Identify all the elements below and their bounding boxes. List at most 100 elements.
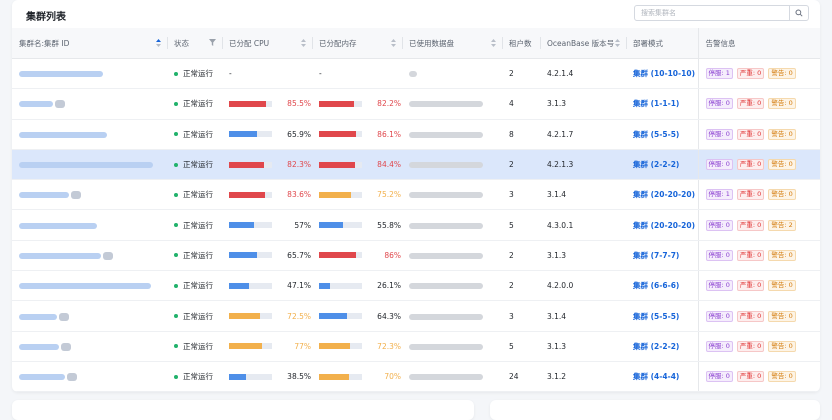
header-cpu[interactable]: 已分配 CPU [222,28,312,59]
header-name-label: 集群名:集群 ID [19,38,70,48]
header-disk[interactable]: 已使用数据盘 [402,28,502,59]
alert-warning-tag[interactable]: 警告: 2 [768,219,796,231]
sort-icon[interactable] [301,39,306,47]
alert-critical-tag[interactable]: 严重: 0 [736,189,765,201]
table-row[interactable]: 正常运行 72.5% 64.3% 3 3.1.4 集群 (5-5-5) 停服: 0 严重:… [12,300,820,332]
deploy-mode-link[interactable]: 集群 (20-20-20) [633,221,695,230]
table-row[interactable]: 正常运行 65.9% 86.1% 8 4.2.1.7 集群 (5-5-5) 停服: 0严… [12,119,820,150]
alert-warning-tag[interactable]: 警告: 0 [768,249,796,261]
alert-stop-tag[interactable]: 停服: 0 [705,219,733,231]
deploy-mode-link[interactable]: 集群 (5-5-5) [633,130,679,139]
table-row[interactable]: 正常运行 57% 55.8% 5 4.3.0.1 集群 (20-20-20) 停服: 0… [12,209,820,241]
mem-meter: 86% [319,251,401,260]
alert-warning-tag[interactable]: 警告: 0 [768,128,796,140]
cluster-name-link[interactable] [19,162,153,169]
header-name[interactable]: 集群名:集群 ID [12,28,167,59]
status-dot-icon [174,314,178,319]
status-dot-icon [174,223,178,228]
alert-critical-tag[interactable]: 严重: 0 [736,98,765,110]
alert-stop-tag[interactable]: 停服: 0 [705,310,733,322]
header-status[interactable]: 状态 [167,28,222,59]
alert-stop-tag[interactable]: 停服: 0 [705,280,733,292]
deploy-mode-link[interactable]: 集群 (5-5-5) [633,312,679,321]
cluster-name-link[interactable] [19,222,97,229]
cluster-name-link[interactable] [19,192,69,199]
sort-icon[interactable] [391,39,396,47]
alert-stop-tag[interactable]: 停服: 0 [705,249,733,261]
cluster-name-link[interactable] [19,343,59,350]
status-dot-icon [174,283,178,288]
status-cell: 正常运行 [167,179,222,211]
alert-critical-tag[interactable]: 严重: 0 [736,219,765,231]
alert-critical-tag[interactable]: 严重: 0 [736,310,765,322]
alert-warning-tag[interactable]: 警告: 0 [768,159,796,171]
alert-critical-tag[interactable]: 严重: 0 [736,159,765,171]
alert-critical-tag[interactable]: 严重: 0 [736,249,765,261]
alert-warning-tag[interactable]: 警告: 0 [768,280,796,292]
mode-cell: 集群 (5-5-5) [626,300,698,332]
alert-stop-tag[interactable]: 停服: 1 [705,189,733,201]
table-row[interactable]: 正常运行 85.5% 82.2% 4 3.1.3 集群 (1-1-1) 停服: 0 严重:… [12,88,820,120]
sort-icon[interactable] [156,39,161,47]
cluster-name-link[interactable] [19,101,53,108]
next-card-right [490,400,820,420]
cluster-name-link[interactable] [19,374,65,381]
deploy-mode-link[interactable]: 集群 (2-2-2) [633,342,679,351]
cluster-name-link[interactable] [19,313,57,320]
alert-warning-tag[interactable]: 警告: 0 [768,68,796,80]
status-dot-icon [174,374,178,379]
deploy-mode-link[interactable]: 集群 (1-1-1) [633,99,679,108]
alert-warning-tag[interactable]: 警告: 0 [768,98,796,110]
sort-icon[interactable] [491,39,496,47]
table-row[interactable]: 正常运行 83.6% 75.2% 3 3.1.4 集群 (20-20-20) 停服: 1… [12,179,820,211]
alerts-cell: 停服: 1 严重: 0 警告: 0 [697,58,820,90]
deploy-mode-link[interactable]: 集群 (4-4-4) [633,372,679,381]
tenant-count: 3 [509,190,514,200]
cluster-name-link[interactable] [19,252,101,259]
filter-icon[interactable] [209,39,216,46]
alert-critical-tag[interactable]: 严重: 0 [736,68,765,80]
alert-stop-tag[interactable]: 停服: 0 [705,128,733,140]
search-input[interactable] [641,7,786,19]
cluster-name-link[interactable] [19,283,151,290]
tenant-count: 24 [509,372,519,382]
alert-critical-tag[interactable]: 严重: 0 [736,280,765,292]
alert-stop-tag[interactable]: 停服: 0 [705,159,733,171]
search-button[interactable] [789,6,808,20]
alert-stop-tag[interactable]: 停服: 1 [705,68,733,80]
header-mem[interactable]: 已分配内存 [312,28,402,59]
alert-warning-tag[interactable]: 警告: 0 [768,340,796,352]
table-row[interactable]: 正常运行 77% 72.3% 5 3.1.3 集群 (2-2-2) 停服: 0 严重: 0… [12,331,820,362]
mode-cell: 集群 (4-4-4) [626,361,698,392]
disk-cell [402,58,502,90]
table-row[interactable]: 正常运行 82.3% 84.4% 2 4.2.1.3 集群 (2-2-2) 停服: 0严… [12,149,820,181]
cluster-name-link[interactable] [19,131,107,138]
alert-stop-tag[interactable]: 停服: 0 [705,98,733,110]
alert-warning-tag[interactable]: 警告: 0 [768,371,796,383]
alert-stop-tag[interactable]: 停服: 0 [705,340,733,352]
deploy-mode-link[interactable]: 集群 (10-10-10) [633,69,695,78]
cpu-bar-fill [229,373,246,380]
cpu-cell: 72.5% [222,300,312,332]
deploy-mode-link[interactable]: 集群 (2-2-2) [633,160,679,169]
cpu-value: 47.1% [287,281,311,291]
alert-critical-tag[interactable]: 严重: 0 [736,371,765,383]
deploy-mode-link[interactable]: 集群 (6-6-6) [633,281,679,290]
deploy-mode-link[interactable]: 集群 (7-7-7) [633,251,679,260]
alert-stop-tag[interactable]: 停服: 0 [705,371,733,383]
table-row[interactable]: 正常运行 - -2 4.2.1.4 集群 (10-10-10) 停服: 1 严重: 0 警告:… [12,58,820,90]
cluster-name-link[interactable] [19,71,103,78]
alert-warning-tag[interactable]: 警告: 0 [768,189,796,201]
deploy-mode-link[interactable]: 集群 (20-20-20) [633,190,695,199]
table-row[interactable]: 正常运行 47.1% 26.1% 2 4.2.0.0 集群 (6-6-6) 停服: 0严… [12,270,820,302]
alert-critical-tag[interactable]: 严重: 0 [736,128,765,140]
table-row[interactable]: 正常运行 65.7% 86% 2 3.1.3 集群 (7-7-7) 停服: 0 严重: 0… [12,240,820,272]
table-row[interactable]: 正常运行 38.5% 70% 24 3.1.2 集群 (4-4-4) 停服: 0 严重: … [12,361,820,392]
mem-bar-fill [319,222,343,229]
alert-critical-tag[interactable]: 严重: 0 [736,340,765,352]
sort-icon[interactable] [615,39,620,47]
header-version[interactable]: OceanBase 版本号 [540,28,626,59]
mem-meter: 72.3% [319,342,401,351]
alert-warning-tag[interactable]: 警告: 0 [768,310,796,322]
alerts-cell: 停服: 0 严重: 0 警告: 0 [697,88,820,120]
